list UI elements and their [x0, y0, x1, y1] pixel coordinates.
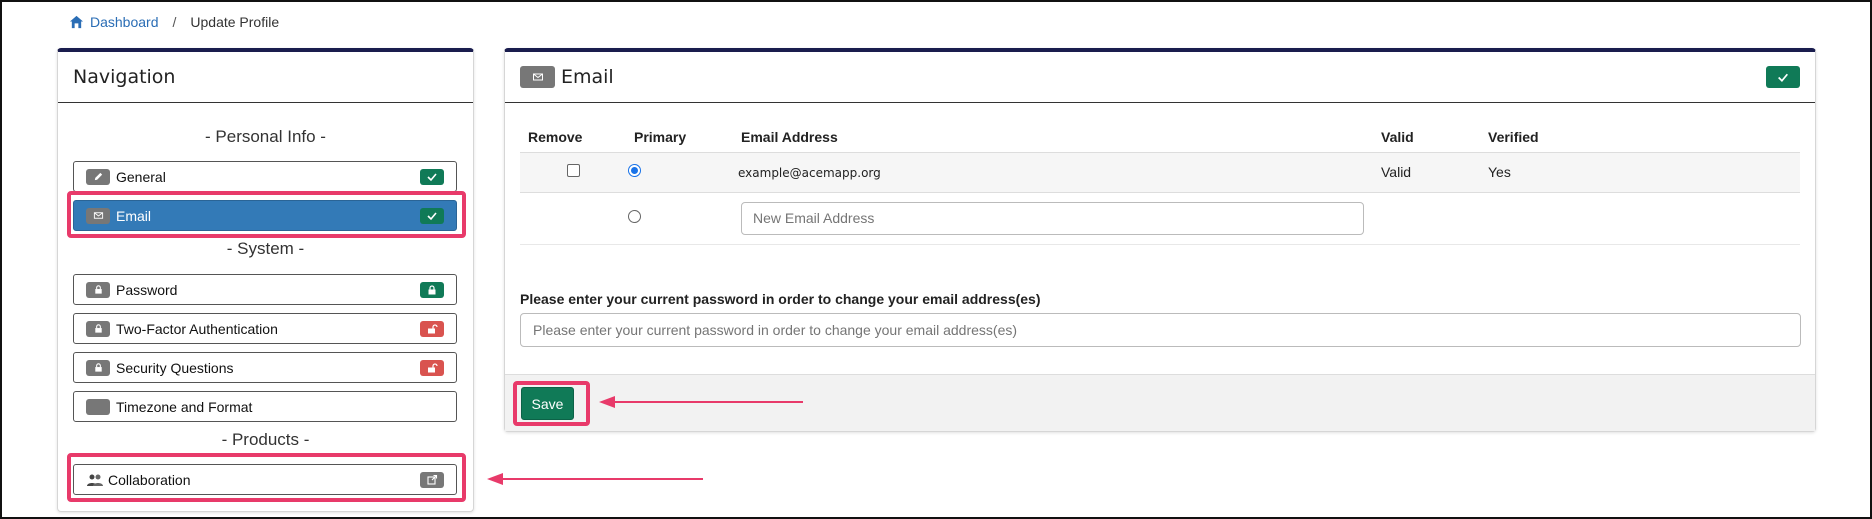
check-icon: [420, 169, 444, 185]
breadcrumb-home-label: Dashboard: [90, 14, 159, 30]
password-label: Please enter your current password in or…: [520, 291, 1041, 307]
nav-item-timezone[interactable]: Timezone and Format: [73, 391, 457, 422]
highlight-save-button: [513, 381, 590, 426]
nav-item-password[interactable]: Password: [73, 274, 457, 305]
breadcrumb-separator: /: [172, 14, 177, 30]
col-email-address: Email Address: [741, 128, 838, 145]
breadcrumb: Dashboard / Update Profile: [69, 14, 279, 30]
table-row-new: [520, 192, 1800, 245]
email-address-value: example@acemapp.org: [738, 166, 881, 180]
navigation-list: - Personal Info - General Email - System…: [58, 103, 473, 503]
breadcrumb-dashboard-link[interactable]: Dashboard: [69, 14, 159, 30]
nav-item-label: General: [116, 168, 166, 185]
col-primary: Primary: [634, 128, 687, 145]
highlight-email-nav: [67, 191, 466, 238]
lock-icon: [86, 359, 110, 376]
lock-open-icon: [420, 321, 444, 337]
nav-item-label: Security Questions: [116, 359, 234, 376]
arrow-collaboration: [487, 473, 703, 485]
navigation-title: Navigation: [58, 52, 473, 103]
nav-item-general[interactable]: General: [73, 161, 457, 192]
new-primary-radio[interactable]: [628, 210, 641, 223]
remove-checkbox[interactable]: [566, 164, 580, 177]
section-system: - System -: [226, 239, 305, 258]
blank-icon: [86, 398, 110, 415]
nav-item-label: Two-Factor Authentication: [116, 320, 278, 337]
envelope-icon: [520, 66, 555, 88]
check-icon: [1766, 66, 1800, 88]
nav-item-two-factor[interactable]: Two-Factor Authentication: [73, 313, 457, 344]
nav-item-label: Timezone and Format: [116, 398, 253, 415]
current-password-input[interactable]: [520, 313, 1801, 347]
primary-radio[interactable]: [628, 164, 641, 177]
section-personal-info: - Personal Info -: [205, 127, 326, 146]
col-verified: Verified: [1488, 128, 1539, 145]
navigation-panel: Navigation - Personal Info - General Ema…: [57, 48, 474, 512]
home-icon: [69, 15, 84, 29]
pencil-icon: [86, 168, 110, 185]
valid-value: Valid: [1373, 151, 1480, 193]
col-remove: Remove: [528, 128, 583, 145]
table-row: example@acemapp.org Valid Yes: [520, 151, 1800, 193]
email-panel-header: Email: [505, 52, 1815, 103]
lock-closed-icon: [420, 282, 444, 298]
nav-item-security-questions[interactable]: Security Questions: [73, 352, 457, 383]
highlight-collaboration-nav: [67, 453, 466, 502]
email-panel-title: Email: [561, 66, 614, 88]
col-valid: Valid: [1381, 128, 1414, 145]
email-table-header: Remove Primary Email Address Valid Verif…: [520, 122, 1800, 152]
arrow-save: [599, 396, 803, 408]
lock-icon: [86, 281, 110, 298]
breadcrumb-current: Update Profile: [190, 14, 280, 30]
lock-open-icon: [420, 360, 444, 376]
new-email-input[interactable]: [741, 201, 1364, 235]
email-panel: Email Remove Primary Email Address Valid…: [504, 48, 1816, 432]
email-table: Remove Primary Email Address Valid Verif…: [520, 122, 1800, 245]
verified-value: Yes: [1480, 151, 1800, 193]
section-products: - Products -: [221, 430, 310, 449]
lock-icon: [86, 320, 110, 337]
nav-item-label: Password: [116, 281, 178, 298]
